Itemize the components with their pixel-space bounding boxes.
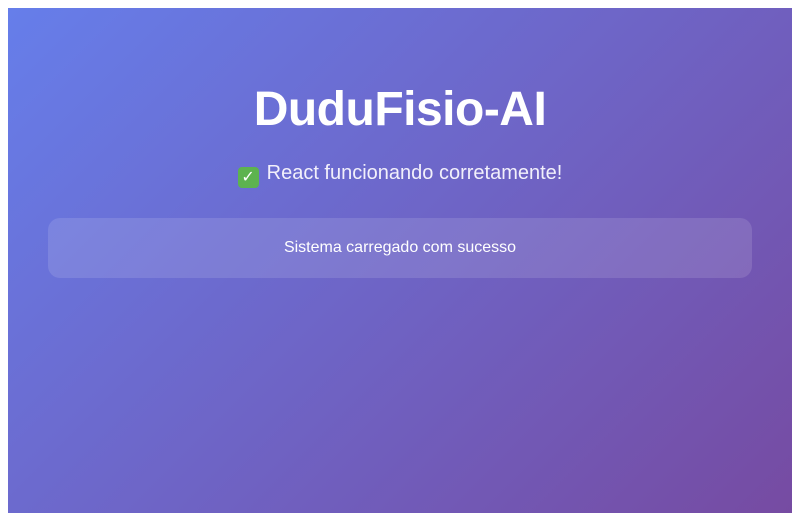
status-message-text: React funcionando corretamente!	[266, 162, 563, 184]
check-mark-icon: ✓	[237, 167, 259, 188]
app-container: DuduFisio-AI ✓ React funcionando corretam…	[8, 8, 792, 513]
status-card: Sistema carregado com sucesso	[48, 218, 752, 278]
page-title: DuduFisio-AI	[253, 83, 547, 136]
status-message: ✓ React funcionando corretamente!	[48, 160, 752, 188]
status-card-text: Sistema carregado com sucesso	[283, 239, 517, 256]
